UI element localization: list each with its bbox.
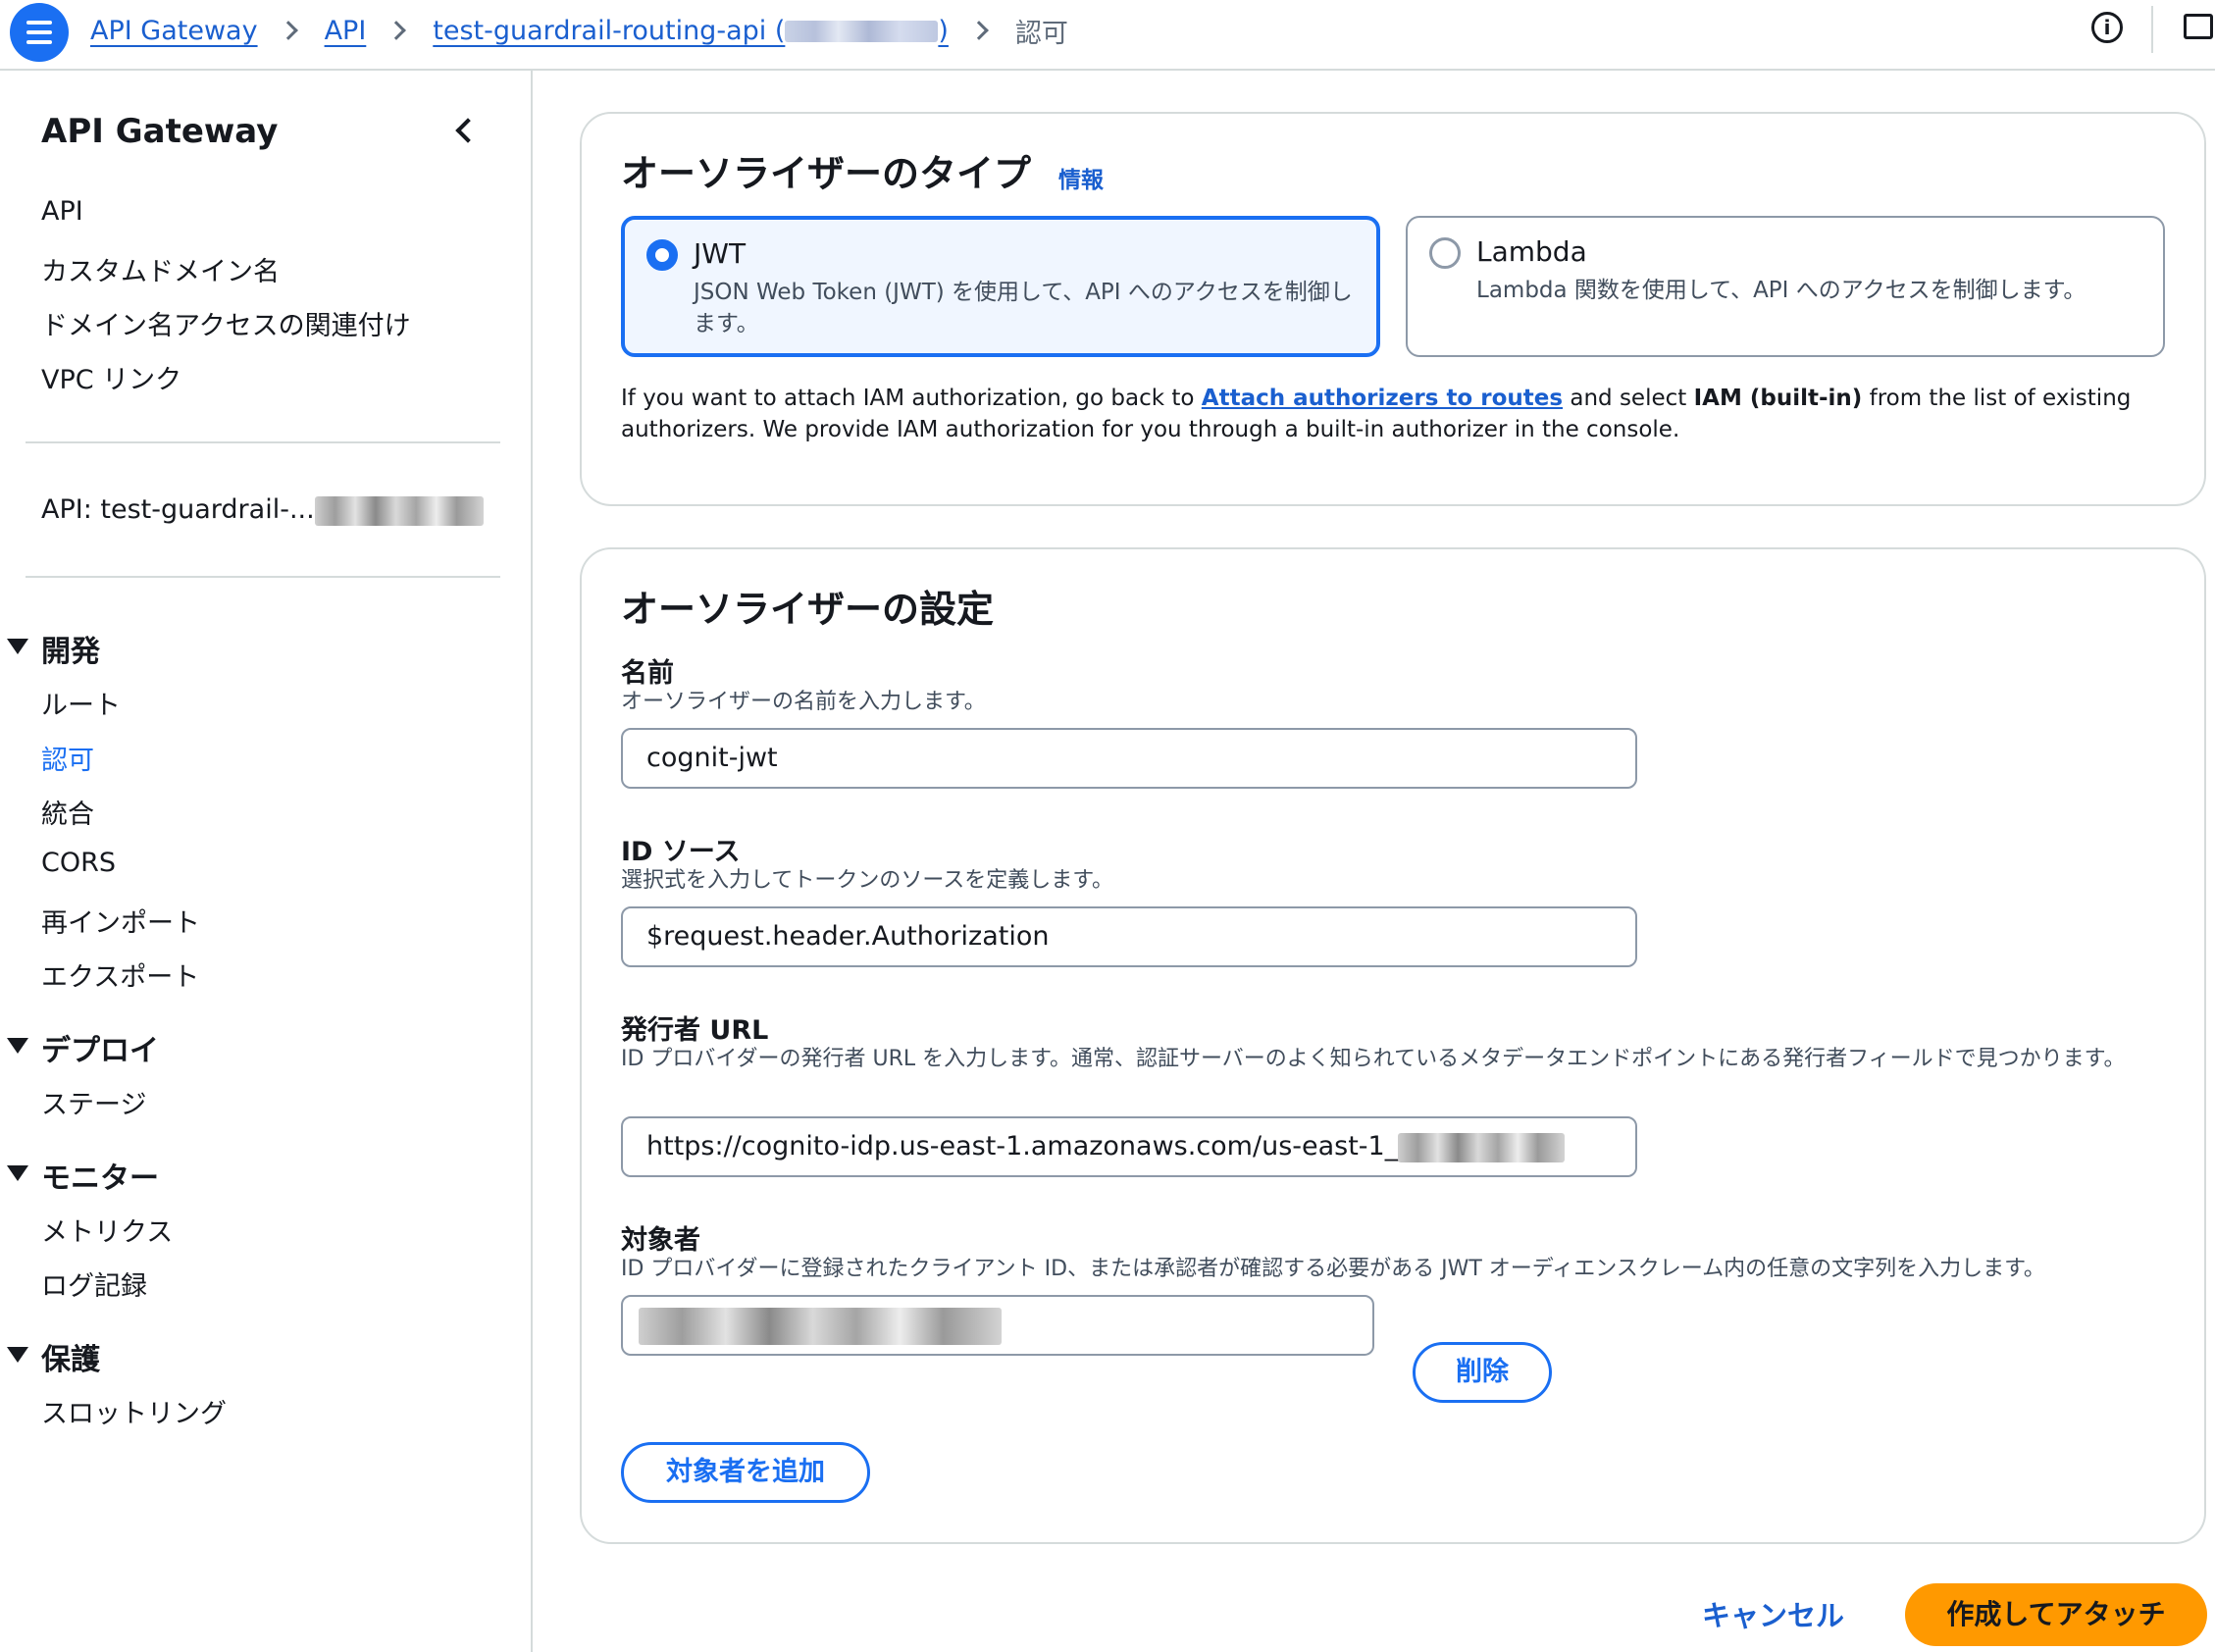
sidebar-item-stages[interactable]: ステージ xyxy=(41,1083,146,1121)
sidebar-item-api[interactable]: API xyxy=(41,196,83,227)
caret-down-icon[interactable] xyxy=(7,1038,28,1054)
hamburger-menu-icon[interactable] xyxy=(10,3,69,62)
cancel-button[interactable]: キャンセル xyxy=(1702,1593,1844,1634)
sidebar-section-monitor[interactable]: モニター xyxy=(41,1154,159,1197)
jwt-label: JWT xyxy=(694,237,747,270)
divider xyxy=(2151,6,2153,53)
sidebar: API Gateway API カスタムドメイン名 ドメイン名アクセスの関連付け… xyxy=(0,71,533,1652)
issuer-url-value: https://cognito-idp.us-east-1.amazonaws.… xyxy=(646,1131,1399,1162)
name-hint: オーソライザーの名前を入力します。 xyxy=(621,690,986,714)
breadcrumb-current: 認可 xyxy=(1014,18,1068,49)
authorizer-type-panel: オーソライザーのタイプ 情報 JWT JSON Web Token (JWT) … xyxy=(580,112,2206,506)
breadcrumb-api[interactable]: API xyxy=(325,16,367,46)
breadcrumb-api-name-text: test-guardrail-routing-api ( xyxy=(433,15,786,46)
identity-source-input[interactable]: $request.header.Authorization xyxy=(621,906,1637,967)
sidebar-section-develop[interactable]: 開発 xyxy=(41,627,100,670)
collapse-sidebar-icon[interactable] xyxy=(455,118,481,143)
feedback-icon[interactable] xyxy=(2184,14,2213,39)
info-link[interactable]: 情報 xyxy=(1058,161,1104,194)
audience-label: 対象者 xyxy=(621,1225,700,1256)
redacted-client-id xyxy=(639,1307,1002,1345)
issuer-url-hint: ID プロバイダーの発行者 URL を入力します。通常、認証サーバーのよく知られ… xyxy=(621,1047,2126,1071)
sidebar-item-logging[interactable]: ログ記録 xyxy=(41,1265,147,1303)
sidebar-api-name[interactable]: API: test-guardrail-... xyxy=(41,494,484,526)
identity-source-hint: 選択式を入力してトークンのソースを定義します。 xyxy=(621,868,1114,893)
lambda-label: Lambda xyxy=(1476,235,1587,268)
lambda-description: Lambda 関数を使用して、API へのアクセスを制御します。 xyxy=(1476,278,2086,303)
sidebar-item-export[interactable]: エクスポート xyxy=(41,955,199,994)
caret-down-icon[interactable] xyxy=(7,1165,28,1181)
redacted-pool-id xyxy=(1398,1132,1566,1162)
sidebar-section-deploy[interactable]: デプロイ xyxy=(41,1026,159,1069)
sidebar-item-metrics[interactable]: メトリクス xyxy=(41,1211,173,1249)
audience-hint: ID プロバイダーに登録されたクライアント ID、または承認者が確認する必要があ… xyxy=(621,1257,2045,1281)
sidebar-divider xyxy=(26,576,500,578)
caret-down-icon[interactable] xyxy=(7,1347,28,1363)
authorizer-type-jwt-tile[interactable]: JWT JSON Web Token (JWT) を使用して、API へのアクセ… xyxy=(621,216,1380,357)
sidebar-item-throttling[interactable]: スロットリング xyxy=(41,1392,227,1430)
breadcrumb: API Gateway API test-guardrail-routing-a… xyxy=(90,10,1068,51)
sidebar-item-reimport[interactable]: 再インポート xyxy=(41,902,200,940)
audience-input[interactable] xyxy=(621,1295,1374,1356)
redacted-api-id xyxy=(785,21,939,42)
sidebar-item-vpc-link[interactable]: VPC リンク xyxy=(41,358,181,396)
chevron-right-icon xyxy=(969,21,989,40)
add-audience-button[interactable]: 対象者を追加 xyxy=(621,1442,870,1503)
iam-authorization-note: If you want to attach IAM authorization,… xyxy=(621,383,2190,445)
breadcrumb-api-name-suffix: ) xyxy=(938,15,949,46)
sidebar-item-cors[interactable]: CORS xyxy=(41,848,116,878)
sidebar-divider xyxy=(26,441,500,443)
sidebar-item-custom-domain[interactable]: カスタムドメイン名 xyxy=(41,250,280,288)
chevron-right-icon xyxy=(386,21,407,40)
chevron-right-icon xyxy=(278,21,298,40)
radio-selected-icon[interactable] xyxy=(646,239,678,271)
remove-audience-button[interactable]: 削除 xyxy=(1413,1342,1552,1403)
sidebar-item-routes[interactable]: ルート xyxy=(41,684,121,722)
iam-note-text: and select xyxy=(1563,386,1694,411)
name-input[interactable]: cognit-jwt xyxy=(621,728,1637,789)
info-icon[interactable]: i xyxy=(2091,12,2123,43)
authorizer-settings-panel: オーソライザーの設定 名前 オーソライザーの名前を入力します。 cognit-j… xyxy=(580,547,2206,1544)
sidebar-item-authorization[interactable]: 認可 xyxy=(41,739,94,777)
sidebar-item-domain-access[interactable]: ドメイン名アクセスの関連付け xyxy=(41,304,411,342)
jwt-description: JSON Web Token (JWT) を使用して、API へのアクセスを制御… xyxy=(694,280,1353,336)
sidebar-section-protect[interactable]: 保護 xyxy=(41,1335,100,1378)
sidebar-api-name-text: API: test-guardrail-... xyxy=(41,494,315,525)
breadcrumb-api-name[interactable]: test-guardrail-routing-api () xyxy=(433,16,949,46)
identity-source-label: ID ソース xyxy=(621,837,741,867)
sidebar-item-integrations[interactable]: 統合 xyxy=(41,793,94,831)
iam-note-text: If you want to attach IAM authorization,… xyxy=(621,386,1202,411)
redacted-api-id xyxy=(314,495,484,526)
caret-down-icon[interactable] xyxy=(7,639,28,654)
top-navigation-bar: API Gateway API test-guardrail-routing-a… xyxy=(0,0,2215,71)
radio-unselected-icon[interactable] xyxy=(1429,237,1461,269)
authorizer-type-title: オーソライザーのタイプ xyxy=(621,152,1032,195)
authorizer-settings-title: オーソライザーの設定 xyxy=(621,588,995,631)
iam-builtin-text: IAM (built-in) xyxy=(1693,386,1863,411)
sidebar-title: API Gateway xyxy=(41,112,279,151)
name-label: 名前 xyxy=(621,658,674,689)
issuer-url-label: 発行者 URL xyxy=(621,1015,769,1046)
issuer-url-input[interactable]: https://cognito-idp.us-east-1.amazonaws.… xyxy=(621,1116,1637,1177)
attach-authorizers-link[interactable]: Attach authorizers to routes xyxy=(1202,386,1563,411)
breadcrumb-api-gateway[interactable]: API Gateway xyxy=(90,16,258,46)
authorizer-type-lambda-tile[interactable]: Lambda Lambda 関数を使用して、API へのアクセスを制御します。 xyxy=(1406,216,2165,357)
create-and-attach-button[interactable]: 作成してアタッチ xyxy=(1905,1583,2207,1646)
